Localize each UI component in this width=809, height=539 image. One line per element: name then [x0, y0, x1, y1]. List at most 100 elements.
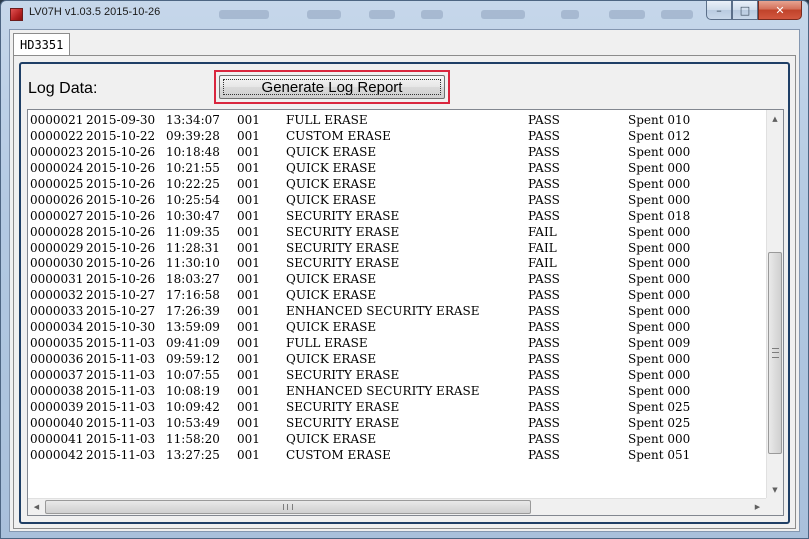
- scroll-down-button[interactable]: ▼: [767, 481, 783, 498]
- log-time: 10:09:42: [166, 399, 220, 414]
- log-result: PASS: [528, 113, 560, 127]
- log-date: 2015-10-26: [86, 192, 156, 207]
- log-row[interactable]: 0000041 2015-11-03 11:58:20 001 QUICK ERASE P…: [30, 431, 766, 447]
- log-row[interactable]: 0000037 2015-11-03 10:07:55 001 SECURITY ERA…: [30, 367, 766, 383]
- log-row[interactable]: 0000023 2015-10-26 10:18:48 001 QUICK ERASE P…: [30, 144, 766, 160]
- vertical-scroll-thumb[interactable]: [768, 252, 782, 454]
- log-date: 2015-11-03: [86, 336, 156, 351]
- log-result: PASS: [528, 399, 560, 414]
- log-row[interactable]: 0000039 2015-11-03 10:09:42 001 SECURITY ERA…: [30, 399, 766, 415]
- log-spent: Spent 025: [628, 399, 691, 414]
- background-blur: [561, 10, 579, 19]
- tab-hd3351[interactable]: HD3351: [13, 33, 71, 56]
- log-result: PASS: [528, 352, 560, 367]
- log-row[interactable]: 0000024 2015-10-26 10:21:55 001 QUICK ERASE P…: [30, 160, 766, 176]
- log-date: 2015-10-26: [86, 144, 156, 159]
- background-blur: [421, 10, 443, 19]
- log-row[interactable]: 0000030 2015-10-26 11:30:10 001 SECURITY ERA…: [30, 255, 766, 271]
- log-spent: Spent 000: [628, 304, 691, 319]
- log-row[interactable]: 0000040 2015-11-03 10:53:49 001 SECURITY ERA…: [30, 415, 766, 431]
- log-time: 17:16:58: [166, 288, 220, 303]
- log-row[interactable]: 0000025 2015-10-26 10:22:25 001 QUICK ERASE P…: [30, 176, 766, 192]
- log-operation: SECURITY ERASE: [286, 224, 400, 239]
- log-row[interactable]: 0000035 2015-11-03 09:41:09 001 FULL ERASE PA…: [30, 335, 766, 351]
- vertical-scrollbar[interactable]: ▲ ▼: [766, 110, 783, 498]
- log-code: 001: [237, 383, 260, 398]
- log-row[interactable]: 0000027 2015-10-26 10:30:47 001 SECURITY ERA…: [30, 208, 766, 224]
- log-id: 0000031: [30, 272, 84, 287]
- log-time: 10:25:54: [166, 192, 220, 207]
- log-code: 001: [237, 144, 260, 159]
- log-operation: QUICK ERASE: [286, 192, 377, 207]
- log-operation: QUICK ERASE: [286, 176, 377, 191]
- log-spent: Spent 000: [628, 368, 691, 382]
- log-row[interactable]: 0000022 2015-10-22 09:39:28 001 CUSTOM ERASE…: [30, 128, 766, 144]
- log-spent: Spent 000: [628, 352, 691, 367]
- scroll-up-button[interactable]: ▲: [767, 110, 783, 127]
- log-date: 2015-11-03: [86, 352, 156, 367]
- log-data-label: Log Data:: [28, 80, 98, 97]
- log-operation: QUICK ERASE: [286, 431, 377, 446]
- log-code: 001: [237, 399, 260, 414]
- log-operation: CUSTOM ERASE: [286, 447, 391, 462]
- log-time: 10:22:25: [166, 176, 220, 191]
- log-row[interactable]: 0000026 2015-10-26 10:25:54 001 QUICK ERASE P…: [30, 192, 766, 208]
- generate-log-report-button[interactable]: Generate Log Report: [219, 75, 445, 99]
- log-row[interactable]: 0000038 2015-11-03 10:08:19 001 ENHANCED SEC…: [30, 383, 766, 399]
- log-row[interactable]: 0000032 2015-10-27 17:16:58 001 QUICK ERASE P…: [30, 287, 766, 303]
- log-code: 001: [237, 288, 260, 303]
- log-row[interactable]: 0000036 2015-11-03 09:59:12 001 QUICK ERASE P…: [30, 351, 766, 367]
- log-operation: SECURITY ERASE: [286, 399, 400, 414]
- log-time: 10:53:49: [166, 415, 220, 430]
- app-icon[interactable]: [10, 8, 23, 21]
- log-row[interactable]: 0000031 2015-10-26 18:03:27 001 QUICK ERASE P…: [30, 271, 766, 287]
- log-id: 0000030: [30, 256, 84, 271]
- log-id: 0000033: [30, 304, 84, 319]
- horizontal-scroll-thumb[interactable]: [45, 500, 531, 514]
- log-spent: Spent 012: [628, 128, 691, 143]
- log-result: PASS: [528, 383, 560, 398]
- background-blur: [219, 10, 269, 19]
- log-spent: Spent 025: [628, 415, 691, 430]
- minimize-button[interactable]: –: [706, 1, 732, 20]
- horizontal-scrollbar[interactable]: ◀ ▶: [28, 498, 766, 515]
- title-bar[interactable]: LV07H v1.03.5 2015-10-26 – □ ✕: [1, 1, 808, 28]
- arrow-left-icon: ◀: [33, 503, 40, 511]
- maximize-button[interactable]: □: [732, 1, 758, 20]
- log-code: 001: [237, 192, 260, 207]
- log-date: 2015-11-03: [86, 431, 156, 446]
- maximize-icon: □: [739, 3, 751, 17]
- log-row[interactable]: 0000028 2015-10-26 11:09:35 001 SECURITY ERA…: [30, 224, 766, 240]
- log-row[interactable]: 0000033 2015-10-27 17:26:39 001 ENHANCED SEC…: [30, 303, 766, 319]
- log-date: 2015-10-26: [86, 224, 156, 239]
- log-result: FAIL: [528, 240, 557, 255]
- log-row[interactable]: 0000021 2015-09-30 13:34:07 001 FULL ERASE PA…: [30, 112, 766, 128]
- log-id: 0000024: [30, 160, 84, 175]
- log-id: 0000025: [30, 176, 84, 191]
- log-result: PASS: [528, 304, 560, 319]
- log-spent: Spent 000: [628, 288, 691, 303]
- close-button[interactable]: ✕: [758, 1, 802, 20]
- log-time: 09:39:28: [166, 128, 220, 143]
- log-result: FAIL: [528, 224, 557, 239]
- log-time: 17:26:39: [166, 304, 220, 319]
- log-row[interactable]: 0000034 2015-10-30 13:59:09 001 QUICK ERASE P…: [30, 319, 766, 335]
- log-date: 2015-10-26: [86, 240, 156, 255]
- log-row[interactable]: 0000029 2015-10-26 11:28:31 001 SECURITY ERA…: [30, 240, 766, 256]
- log-spent: Spent 010: [628, 113, 691, 127]
- log-row[interactable]: 0000042 2015-11-03 13:27:25 001 CUSTOM ERASE…: [30, 447, 766, 463]
- scroll-right-button[interactable]: ▶: [749, 499, 766, 515]
- log-listbox[interactable]: 0000021 2015-09-30 13:34:07 001 FULL ERASE PA…: [27, 109, 784, 516]
- log-time: 11:09:35: [166, 224, 220, 239]
- log-code: 001: [237, 368, 260, 382]
- tab-panel: Log Data: Generate Log Report 0000021 201…: [13, 55, 796, 529]
- log-result: PASS: [528, 272, 560, 287]
- log-id: 0000042: [30, 447, 84, 462]
- log-spent: Spent 000: [628, 320, 691, 335]
- background-blur: [307, 10, 341, 19]
- log-code: 001: [237, 431, 260, 446]
- log-result: PASS: [528, 288, 560, 303]
- background-blur: [369, 10, 395, 19]
- log-result: PASS: [528, 128, 560, 143]
- scroll-left-button[interactable]: ◀: [28, 499, 45, 515]
